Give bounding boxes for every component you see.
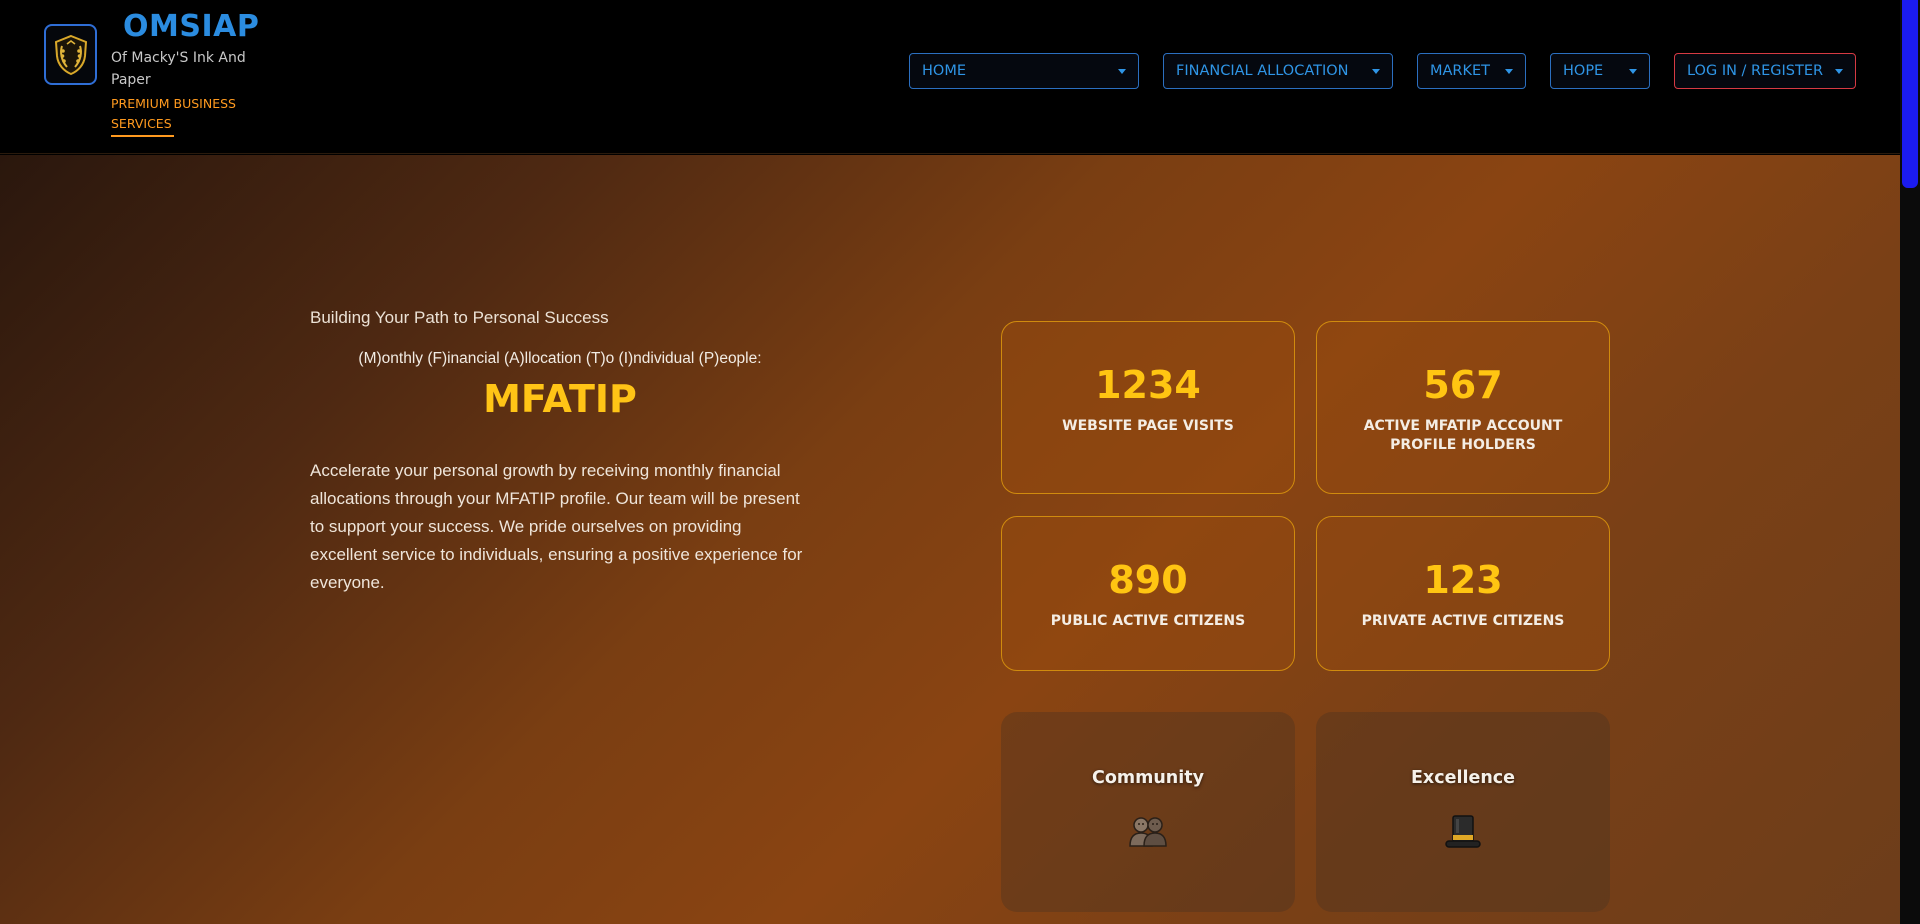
stat-value: 567 — [1423, 363, 1503, 407]
login-register-dropdown[interactable]: LOG IN / REGISTER — [1674, 53, 1856, 89]
hero-acronym: (M)onthly (F)inancial (A)llocation (T)o … — [358, 350, 762, 367]
scrollbar-thumb[interactable] — [1902, 0, 1918, 188]
brand-underline — [111, 135, 174, 137]
hero-title: MFATIP — [483, 377, 637, 421]
nav-financial-allocation-dropdown[interactable]: FINANCIAL ALLOCATION — [1163, 53, 1393, 89]
nav-market-label: MARKET — [1430, 63, 1491, 79]
nav-home-dropdown[interactable]: HOME — [909, 53, 1139, 89]
value-title: Community — [1091, 768, 1205, 788]
login-register-label: LOG IN / REGISTER — [1687, 63, 1824, 79]
chevron-down-icon — [1372, 69, 1380, 74]
brand-subtitle: Of Macky'S Ink And Paper — [111, 50, 246, 88]
hero-tagline: Building Your Path to Personal Success — [310, 308, 609, 327]
chevron-down-icon — [1118, 69, 1126, 74]
value-title: Excellence — [1410, 768, 1516, 788]
value-card-community: Community — [1001, 712, 1295, 912]
stat-value: 123 — [1423, 558, 1503, 602]
stat-label: WEBSITE PAGE VISITS — [1062, 418, 1234, 434]
stat-label: ACTIVE MFATIP ACCOUNT PROFILE HOLDERS — [1363, 418, 1563, 453]
stat-card-public-active-citizens: 890 PUBLIC ACTIVE CITIZENS — [1001, 516, 1295, 671]
stat-label: PUBLIC ACTIVE CITIZENS — [1050, 613, 1246, 629]
value-card-excellence: Excellence — [1316, 712, 1610, 912]
nav-hope-dropdown[interactable]: HOPE — [1550, 53, 1650, 89]
nav-market-dropdown[interactable]: MARKET — [1417, 53, 1526, 89]
stat-card-page-visits: 1234 WEBSITE PAGE VISITS — [1001, 321, 1295, 494]
chevron-down-icon — [1629, 69, 1637, 74]
stat-value: 1234 — [1095, 363, 1201, 407]
shield-laurel-icon — [54, 34, 87, 75]
nav-financial-allocation-label: FINANCIAL ALLOCATION — [1176, 63, 1349, 79]
hero-description: Accelerate your personal growth by recei… — [310, 461, 803, 592]
nav-home-label: HOME — [922, 63, 966, 79]
chevron-down-icon — [1505, 69, 1513, 74]
people-icon — [1129, 817, 1167, 847]
chevron-down-icon — [1835, 69, 1843, 74]
stat-card-active-profile-holders: 567 ACTIVE MFATIP ACCOUNT PROFILE HOLDER… — [1316, 321, 1610, 494]
hero-section — [0, 155, 1900, 924]
brand-tagline: PREMIUM BUSINESS SERVICES — [111, 96, 236, 131]
stat-card-private-active-citizens: 123 PRIVATE ACTIVE CITIZENS — [1316, 516, 1610, 671]
site-header: OMSIAP Of Macky'S Ink And Paper PREMIUM … — [0, 0, 1900, 154]
logo[interactable] — [44, 24, 97, 85]
top-hat-icon — [1445, 815, 1481, 848]
stat-label: PRIVATE ACTIVE CITIZENS — [1361, 613, 1565, 629]
nav-hope-label: HOPE — [1563, 63, 1604, 79]
stat-value: 890 — [1108, 558, 1188, 602]
brand-title[interactable]: OMSIAP — [123, 9, 259, 44]
